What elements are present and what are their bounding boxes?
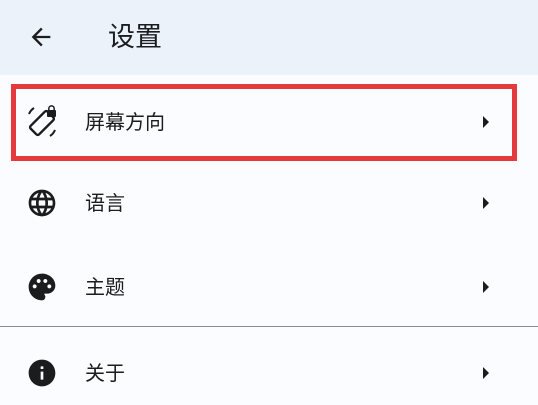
screen-rotation-lock-icon bbox=[24, 104, 60, 140]
chevron-right-icon bbox=[479, 365, 493, 381]
settings-item-label: 语言 bbox=[85, 191, 125, 215]
section-divider bbox=[0, 326, 538, 327]
settings-item-language[interactable]: 语言 bbox=[0, 161, 538, 245]
globe-icon bbox=[24, 185, 60, 221]
settings-item-theme[interactable]: 主题 bbox=[0, 245, 538, 329]
chevron-right-icon bbox=[479, 114, 493, 130]
settings-item-label: 主题 bbox=[85, 275, 125, 299]
chevron-right-icon bbox=[479, 279, 493, 295]
settings-item-about[interactable]: 关于 bbox=[0, 331, 538, 405]
arrow-back-icon bbox=[31, 27, 51, 47]
chevron-right-icon bbox=[479, 195, 493, 211]
palette-icon bbox=[24, 269, 60, 305]
settings-item-label: 屏幕方向 bbox=[85, 110, 165, 134]
info-icon bbox=[24, 355, 60, 391]
top-app-bar: 设置 bbox=[0, 0, 538, 75]
settings-item-label: 关于 bbox=[85, 361, 125, 385]
back-button[interactable] bbox=[18, 14, 64, 60]
settings-screen: 设置 屏幕方向 语言 主题 关于 bbox=[0, 0, 538, 405]
settings-item-screen-orientation[interactable]: 屏幕方向 bbox=[0, 80, 538, 164]
page-title: 设置 bbox=[108, 22, 162, 53]
